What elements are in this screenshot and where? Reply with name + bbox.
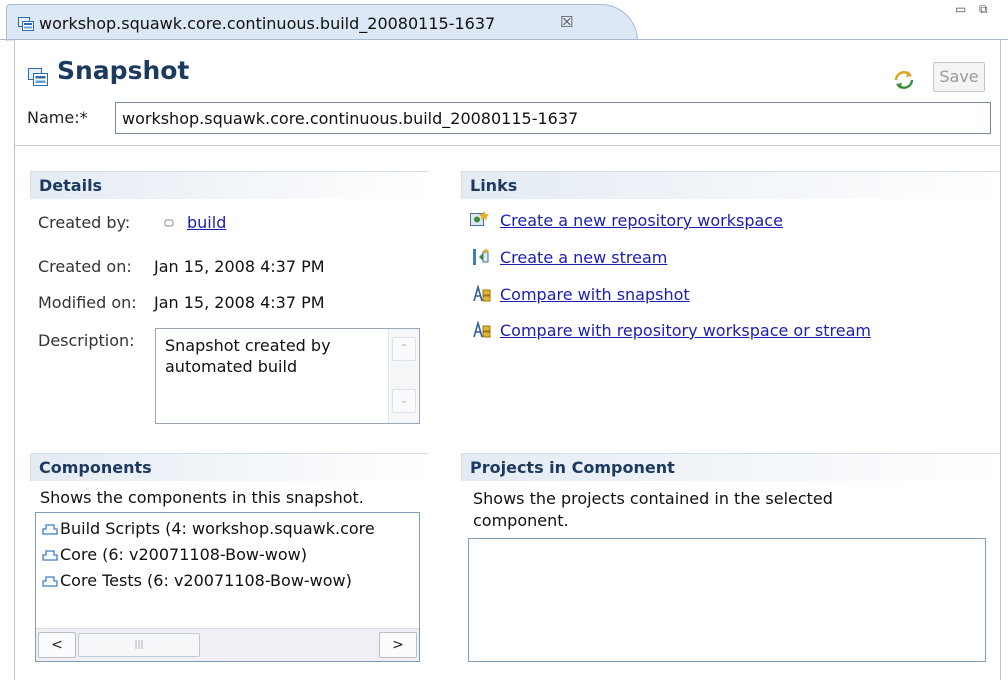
editor-tab[interactable]: workshop.squawk.core.continuous.build_20… <box>6 4 638 41</box>
components-section-header[interactable]: Components <box>30 453 428 481</box>
tab-title: workshop.squawk.core.continuous.build_20… <box>39 14 496 33</box>
scrollbar-thumb[interactable]: ||| <box>78 633 200 657</box>
components-description: Shows the components in this snapshot. <box>40 488 364 507</box>
name-label: Name:* <box>27 108 88 127</box>
list-item[interactable]: Core Tests (6: v20071108-Bow-wow) <box>42 571 352 590</box>
projects-list[interactable] <box>468 538 986 662</box>
maximize-icon[interactable]: ⧉ <box>979 2 988 17</box>
header-separator <box>15 145 1000 146</box>
component-label: Build Scripts (4: workshop.squawk.core <box>60 519 375 538</box>
created-on-value: Jan 15, 2008 4:37 PM <box>154 257 325 276</box>
page-title: Snapshot <box>57 56 190 85</box>
create-repository-workspace-link[interactable]: Create a new repository workspace <box>500 211 783 230</box>
refresh-icon[interactable] <box>892 68 916 92</box>
projects-section-header[interactable]: Projects in Component <box>461 453 999 481</box>
compare-icon <box>473 285 491 302</box>
component-label: Core Tests (6: v20071108-Bow-wow) <box>60 571 352 590</box>
links-section-header[interactable]: Links <box>461 171 999 199</box>
save-button[interactable]: Save <box>933 62 985 92</box>
details-section-header[interactable]: Details <box>30 171 428 199</box>
modified-on-value: Jan 15, 2008 4:37 PM <box>154 293 325 312</box>
component-label: Core (6: v20071108-Bow-wow) <box>60 545 307 564</box>
editor-right-border <box>1000 40 1001 680</box>
projects-description: Shows the projects contained in the sele… <box>473 489 833 530</box>
snapshot-icon <box>28 68 48 86</box>
compare-icon <box>473 321 491 338</box>
components-list[interactable]: Build Scripts (4: workshop.squawk.core C… <box>35 512 420 662</box>
scroll-down-icon[interactable]: ⌄ <box>392 389 416 413</box>
description-textarea[interactable]: Snapshot created by automated build ⌃ ⌄ <box>155 328 420 424</box>
compare-with-snapshot-link[interactable]: Compare with snapshot <box>500 285 690 304</box>
scroll-left-icon[interactable]: < <box>38 632 76 658</box>
user-icon <box>164 219 174 227</box>
list-item[interactable]: Core (6: v20071108-Bow-wow) <box>42 545 307 564</box>
minimize-icon[interactable]: ▭ <box>955 2 966 16</box>
description-scrollbar[interactable]: ⌃ ⌄ <box>388 329 419 423</box>
stream-icon <box>473 248 489 265</box>
created-on-label: Created on: <box>38 257 132 276</box>
component-icon <box>42 576 58 587</box>
scroll-up-icon[interactable]: ⌃ <box>392 337 416 361</box>
components-horizontal-scrollbar[interactable]: < ||| > <box>36 628 419 661</box>
created-by-link[interactable]: build <box>187 213 226 232</box>
name-input[interactable] <box>115 102 991 134</box>
created-by-label: Created by: <box>38 213 131 232</box>
description-text[interactable]: Snapshot created by automated build <box>165 335 380 377</box>
description-label: Description: <box>38 331 135 350</box>
close-tab-icon[interactable]: ☒ <box>560 13 573 31</box>
list-item[interactable]: Build Scripts (4: workshop.squawk.core <box>42 519 375 538</box>
component-icon <box>42 524 58 535</box>
compare-with-workspace-or-stream-link[interactable]: Compare with repository workspace or str… <box>500 321 871 340</box>
repository-workspace-icon <box>470 211 489 226</box>
scroll-right-icon[interactable]: > <box>379 632 417 658</box>
component-icon <box>42 550 58 561</box>
snapshot-icon <box>18 17 34 31</box>
editor-tab-bar: workshop.squawk.core.continuous.build_20… <box>0 0 1008 41</box>
form-header: Snapshot Save Name:* <box>15 40 1000 146</box>
modified-on-label: Modified on: <box>38 293 137 312</box>
create-stream-link[interactable]: Create a new stream <box>500 248 667 267</box>
